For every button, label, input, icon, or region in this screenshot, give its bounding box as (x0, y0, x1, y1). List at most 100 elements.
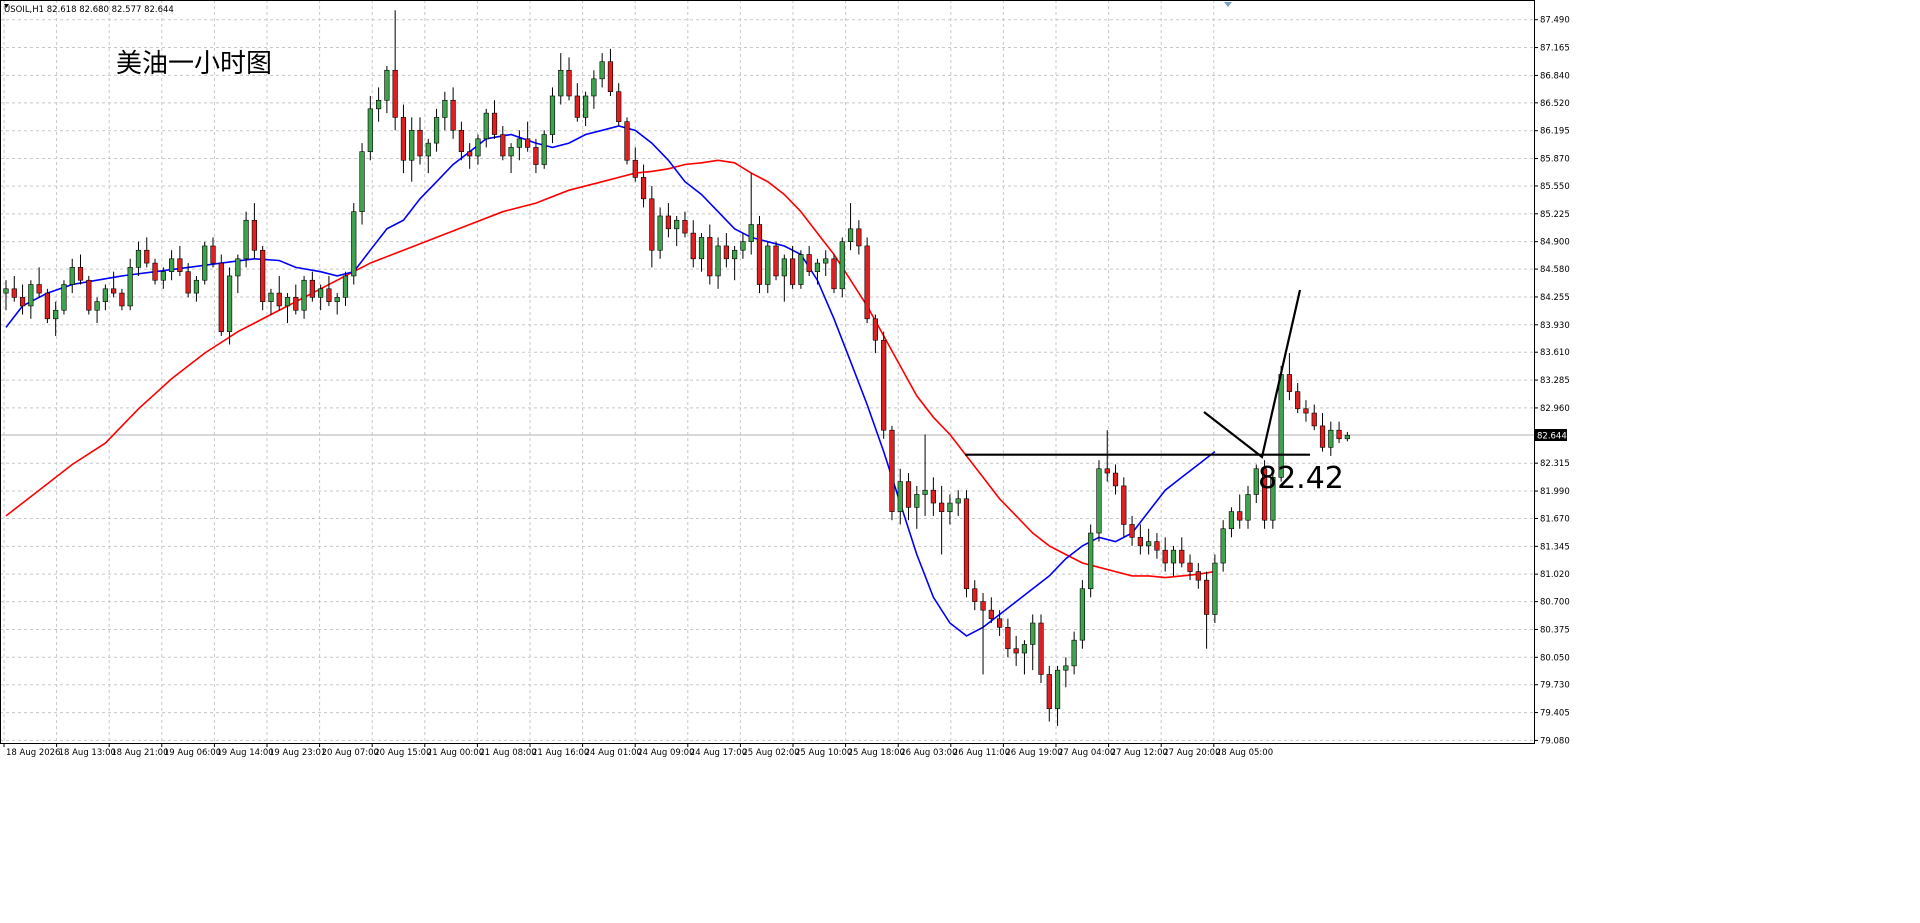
time-tick-label: 21 Aug 16:00 (532, 748, 589, 758)
candle-body-down (756, 224, 763, 285)
candle-body-up (1088, 532, 1094, 590)
candle-body-up (823, 258, 829, 264)
candle-body-up (284, 297, 291, 307)
candle-body-up (367, 108, 373, 152)
candle-body-up (301, 279, 307, 311)
candle-body-up (268, 292, 274, 302)
candle-body-down (44, 292, 50, 320)
candle-body-down (1187, 562, 1193, 572)
candle-body-up (169, 258, 175, 272)
support-level-label: 82.42 (1258, 461, 1344, 496)
time-tick-label: 26 Aug 19:00 (1005, 748, 1062, 758)
candle-body-up (202, 245, 208, 281)
candle-body-up (235, 258, 241, 277)
candle-body-up (193, 279, 200, 294)
time-tick-label: 27 Aug 20:00 (1163, 748, 1220, 758)
candle-body-down (1154, 541, 1160, 551)
candle-body-down (1195, 571, 1201, 581)
candle (1079, 580, 1085, 649)
candle-body-down (988, 609, 994, 620)
price-tick-label: 81.020 (1540, 570, 1570, 580)
candle-body-down (980, 601, 986, 611)
chart-background (0, 0, 1920, 919)
candle-body-up (375, 99, 382, 110)
candle-body-up (1021, 644, 1028, 654)
candle-body-up (102, 288, 108, 302)
candle-body-down (500, 134, 506, 157)
candle-body-down (773, 245, 779, 277)
chart-title: 美油一小时图 (116, 49, 272, 79)
candle (61, 280, 67, 315)
candle-body-down (525, 138, 531, 148)
price-tick-label: 81.345 (1540, 542, 1570, 552)
candle-body-down (1286, 374, 1292, 392)
candle-body-down (1129, 524, 1135, 538)
usoil-candlestick-chart[interactable]: 87.490 87.165 86.840 86.520 86.195 85.870 85.5… (0, 0, 1920, 919)
candle-body-down (491, 112, 498, 135)
price-tick-label: 86.840 (1540, 71, 1570, 81)
candle-body-down (690, 232, 696, 260)
price-tick-label: 79.405 (1540, 709, 1570, 719)
price-tick-label: 80.375 (1540, 625, 1570, 635)
candle-body-down (152, 262, 158, 281)
time-tick-label: 18 Aug 21:00 (111, 748, 168, 758)
candle-body-up (516, 138, 522, 148)
candle-body-down (19, 297, 26, 307)
time-tick-label: 24 Aug 09:00 (637, 748, 694, 758)
candle-body-down (86, 279, 92, 311)
candle-body-down (856, 228, 862, 247)
candle-body-down (566, 69, 572, 97)
candle-body-down (326, 288, 332, 302)
candle-body-down (889, 429, 895, 512)
candle-body-down (260, 249, 266, 302)
candle-body-up (674, 219, 680, 230)
candle (218, 254, 224, 336)
candle-body-up (243, 219, 249, 260)
candle-body-down (632, 159, 638, 178)
candle-body-up (1228, 511, 1235, 530)
price-tick-label: 79.730 (1540, 681, 1570, 691)
candle-body-up (740, 241, 746, 251)
candle-body-down (293, 297, 299, 311)
candle-body-down (872, 318, 878, 341)
candle-body-up (599, 61, 605, 80)
candle-body-up (1030, 622, 1036, 645)
time-tick-label: 18 Aug 13:00 (59, 748, 116, 758)
candle-body-down (1204, 579, 1210, 615)
candle (86, 275, 92, 315)
candle-body-up (342, 275, 349, 298)
time-tick-label: 25 Aug 10:00 (795, 748, 852, 758)
time-tick-label: 21 Aug 08:00 (479, 748, 536, 758)
candle-body-down (682, 219, 688, 234)
candle-body-down (11, 288, 17, 298)
price-tick-label: 85.870 (1540, 155, 1570, 165)
candle-body-down (881, 339, 887, 431)
candle-body-up (1071, 639, 1077, 667)
candle (260, 245, 266, 311)
price-tick-label: 87.165 (1540, 44, 1570, 54)
candle-body-down (1121, 485, 1127, 525)
time-tick-label: 19 Aug 14:00 (216, 748, 273, 758)
price-tick-label: 80.700 (1540, 598, 1570, 608)
price-tick-label: 85.225 (1540, 210, 1570, 220)
candle-body-up (955, 498, 961, 504)
candle-body-up (508, 147, 514, 157)
time-tick-label: 26 Aug 03:00 (900, 748, 957, 758)
candle-body-up (839, 241, 845, 290)
candle (889, 425, 895, 521)
candle-body-down (77, 267, 84, 281)
candle-body-up (897, 481, 903, 512)
candle-body-down (831, 258, 837, 290)
candle-body-up (814, 262, 821, 272)
time-tick-label: 25 Aug 02:00 (742, 748, 799, 758)
time-tick-label: 27 Aug 12:00 (1111, 748, 1168, 758)
candle-body-up (160, 271, 166, 281)
candle-body-up (475, 138, 481, 157)
candle-body-down (417, 129, 423, 157)
candle-body-down (640, 177, 647, 200)
candle-body-down (1162, 549, 1168, 564)
candle-body-down (723, 245, 729, 260)
price-tick-label: 81.670 (1540, 514, 1570, 524)
candle-body-down (1046, 674, 1052, 710)
candle-body-down (996, 618, 1003, 628)
